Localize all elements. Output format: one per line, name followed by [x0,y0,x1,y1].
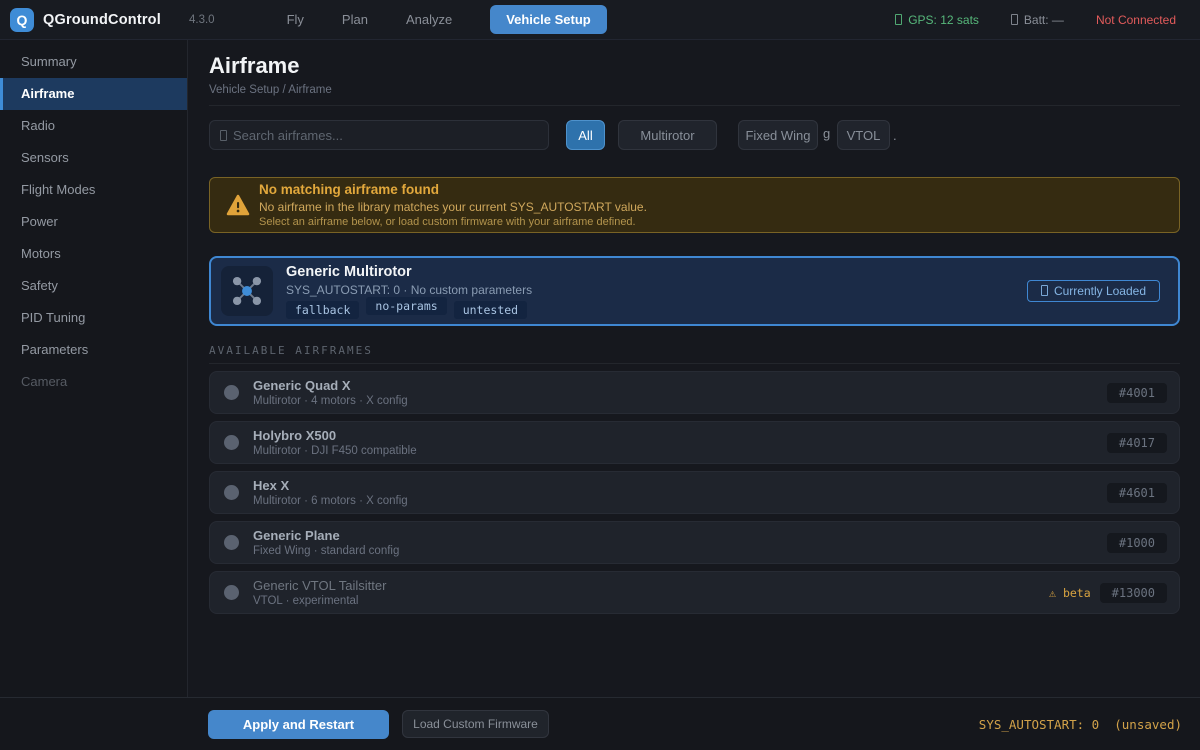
status-group: GPS: 12 sats Batt: — Not Connected [895,13,1200,27]
row-info: Hex X Multirotor · 6 motors · X config [253,478,1107,507]
page-title: Airframe [209,53,300,78]
row-info: Generic Plane Fixed Wing · standard conf… [253,528,1107,557]
warning-line2: Select an airframe below, or load custom… [259,216,636,228]
sidebar-item-parameters[interactable]: Parameters [0,334,187,366]
row-title: Generic Plane [253,528,340,543]
row-info: Generic VTOL Tailsitter VTOL · experimen… [253,578,1049,607]
sidebar-item-flight-modes[interactable]: Flight Modes [0,174,187,206]
current-airframe-info: Generic Multirotor SYS_AUTOSTART: 0 · No… [286,264,1027,319]
airframe-id-chip: #13000 [1099,582,1167,603]
current-airframe-subtitle: SYS_AUTOSTART: 0 · No custom parameters [286,282,533,297]
radio-button[interactable] [224,535,239,550]
filter-vtol-button[interactable]: VTOL [837,120,890,150]
beta-badge: ⚠ beta [1049,585,1091,600]
airframe-id-chip: #4001 [1106,382,1167,403]
filter-multirotor-button[interactable]: Multirotor [618,120,717,150]
warning-line1: No airframe in the library matches your … [259,200,647,214]
radio-button[interactable] [224,435,239,450]
tag-fallback: fallback [286,300,360,319]
airframe-row-generic-vtol-tailsitter[interactable]: Generic VTOL Tailsitter VTOL · experimen… [209,571,1180,614]
current-airframe-tags: fallback no-params untested [286,296,1027,319]
battery-status: Batt: — [1010,13,1064,27]
airframe-row-hex-x[interactable]: Hex X Multirotor · 6 motors · X config #… [209,471,1180,514]
beta-warning-icon: ⚠ [1049,585,1056,600]
sidebar-item-radio[interactable]: Radio [0,110,187,142]
app-version: 4.3.0 [188,13,215,26]
breadcrumb: Vehicle Setup / Airframe [209,84,332,96]
sys-autostart-status: SYS_AUTOSTART: 0 (unsaved) [978,716,1182,732]
bottom-bar: Apply and Restart Load Custom Firmware S… [0,697,1200,750]
row-subtitle: Multirotor · DJI F450 compatible [253,445,417,457]
warning-text: No matching airframe found No airframe i… [259,182,647,228]
sidebar-item-safety[interactable]: Safety [0,270,187,302]
warning-banner: No matching airframe found No airframe i… [209,177,1180,233]
top-nav: Fly Plan Analyze Vehicle Setup [287,5,607,34]
tag-no-params: no-params [366,296,447,315]
tab-vehicle-setup[interactable]: Vehicle Setup [490,5,607,34]
section-divider [209,363,1180,364]
row-subtitle: VTOL · experimental [253,595,359,607]
row-info: Generic Quad X Multirotor · 4 motors · X… [253,378,1107,407]
search-icon [220,129,227,141]
check-icon [1040,285,1048,296]
row-subtitle: Multirotor · 4 motors · X config [253,395,408,407]
apply-and-restart-button[interactable]: Apply and Restart [208,709,389,739]
app-logo-icon: Q [10,7,34,32]
airframe-row-holybro-x500[interactable]: Holybro X500 Multirotor · DJI F450 compa… [209,421,1180,464]
row-title: Holybro X500 [253,428,337,443]
airframe-row-generic-quad-x[interactable]: Generic Quad X Multirotor · 4 motors · X… [209,371,1180,414]
tag-untested: untested [453,300,528,319]
radio-button[interactable] [224,585,239,600]
row-title: Generic VTOL Tailsitter [253,578,387,593]
connection-status: Not Connected [1095,12,1176,27]
current-airframe-card[interactable]: Generic Multirotor SYS_AUTOSTART: 0 · No… [209,256,1180,326]
tab-plan[interactable]: Plan [342,12,368,27]
battery-icon [1010,13,1018,25]
warning-triangle-icon [226,194,250,216]
airframe-id-chip: #4017 [1106,432,1167,453]
currently-loaded-badge: Currently Loaded [1026,280,1160,302]
sidebar-item-summary[interactable]: Summary [0,46,187,78]
tab-fly[interactable]: Fly [287,12,304,27]
search-box[interactable] [209,120,549,150]
warning-title: No matching airframe found [259,182,440,197]
radio-button[interactable] [224,385,239,400]
airframe-id-chip: #1000 [1106,532,1167,553]
satellite-icon [895,13,903,25]
header-divider [209,105,1180,106]
airframe-id-chip: #4601 [1106,482,1167,503]
load-custom-firmware-button[interactable]: Load Custom Firmware [402,710,549,738]
sidebar-item-pid-tuning[interactable]: PID Tuning [0,302,187,334]
stray-text-g: g [823,126,831,141]
row-subtitle: Fixed Wing · standard config [253,545,400,557]
available-airframes-label: AVAILABLE AIRFRAMES [209,344,373,357]
sidebar-item-motors[interactable]: Motors [0,238,187,270]
brand-name: QGroundControl [43,11,161,28]
gps-status: GPS: 12 sats [895,13,979,27]
sidebar-item-camera[interactable]: Camera [0,366,187,398]
sidebar-item-airframe[interactable]: Airframe [0,78,187,110]
sidebar: Summary Airframe Radio Sensors Flight Mo… [0,40,188,697]
quadcopter-icon [221,266,273,316]
sidebar-item-power[interactable]: Power [0,206,187,238]
toolbar: All Multirotor Fixed Wing VTOL g . [209,120,1180,150]
current-airframe-title: Generic Multirotor [286,263,412,280]
row-info: Holybro X500 Multirotor · DJI F450 compa… [253,428,1107,457]
main-content: Airframe Vehicle Setup / Airframe All Mu… [189,40,1200,697]
search-input[interactable] [233,127,538,143]
filter-all-button[interactable]: All [566,120,605,150]
airframe-row-generic-plane[interactable]: Generic Plane Fixed Wing · standard conf… [209,521,1180,564]
stray-text-dot: . [893,128,897,143]
filter-fixed-wing-button[interactable]: Fixed Wing [738,120,818,150]
row-title: Hex X [253,478,290,493]
row-title: Generic Quad X [253,378,351,393]
sidebar-item-sensors[interactable]: Sensors [0,142,187,174]
top-bar: Q QGroundControl 4.3.0 Fly Plan Analyze … [0,0,1200,40]
radio-button[interactable] [224,485,239,500]
row-subtitle: Multirotor · 6 motors · X config [253,495,408,507]
tab-analyze[interactable]: Analyze [406,12,452,27]
